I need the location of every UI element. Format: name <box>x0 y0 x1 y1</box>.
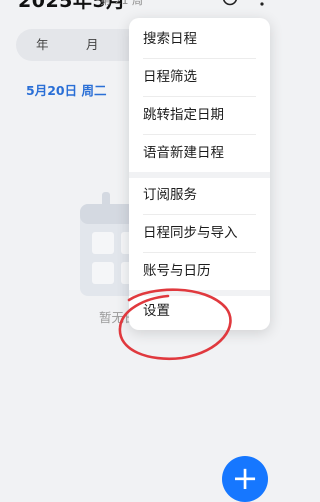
menu-item-search[interactable]: 搜索日程 <box>129 20 270 58</box>
menu-item-filter[interactable]: 日程筛选 <box>129 58 270 96</box>
overflow-menu: 搜索日程 日程筛选 跳转指定日期 语音新建日程 订阅服务 日程同步与导入 账号与… <box>129 18 270 330</box>
menu-item-subscribe[interactable]: 订阅服务 <box>129 176 270 214</box>
week-number: 第 21 周 <box>100 0 143 7</box>
more-icon[interactable] <box>254 0 270 6</box>
tab-year[interactable]: 年 <box>36 29 49 61</box>
menu-item-settings[interactable]: 设置 <box>129 292 270 330</box>
menu-item-accounts[interactable]: 账号与日历 <box>129 252 270 290</box>
menu-item-goto-date[interactable]: 跳转指定日期 <box>129 96 270 134</box>
selected-date-label: 5月20日 周二 <box>26 83 107 98</box>
add-event-button[interactable]: + <box>222 456 268 502</box>
menu-item-sync-import[interactable]: 日程同步与导入 <box>129 214 270 252</box>
tab-month[interactable]: 月 <box>86 29 99 61</box>
clock-icon[interactable] <box>222 0 238 6</box>
app-header: 2025年5月 第 21 周 <box>0 0 282 20</box>
menu-item-voice-new[interactable]: 语音新建日程 <box>129 134 270 172</box>
